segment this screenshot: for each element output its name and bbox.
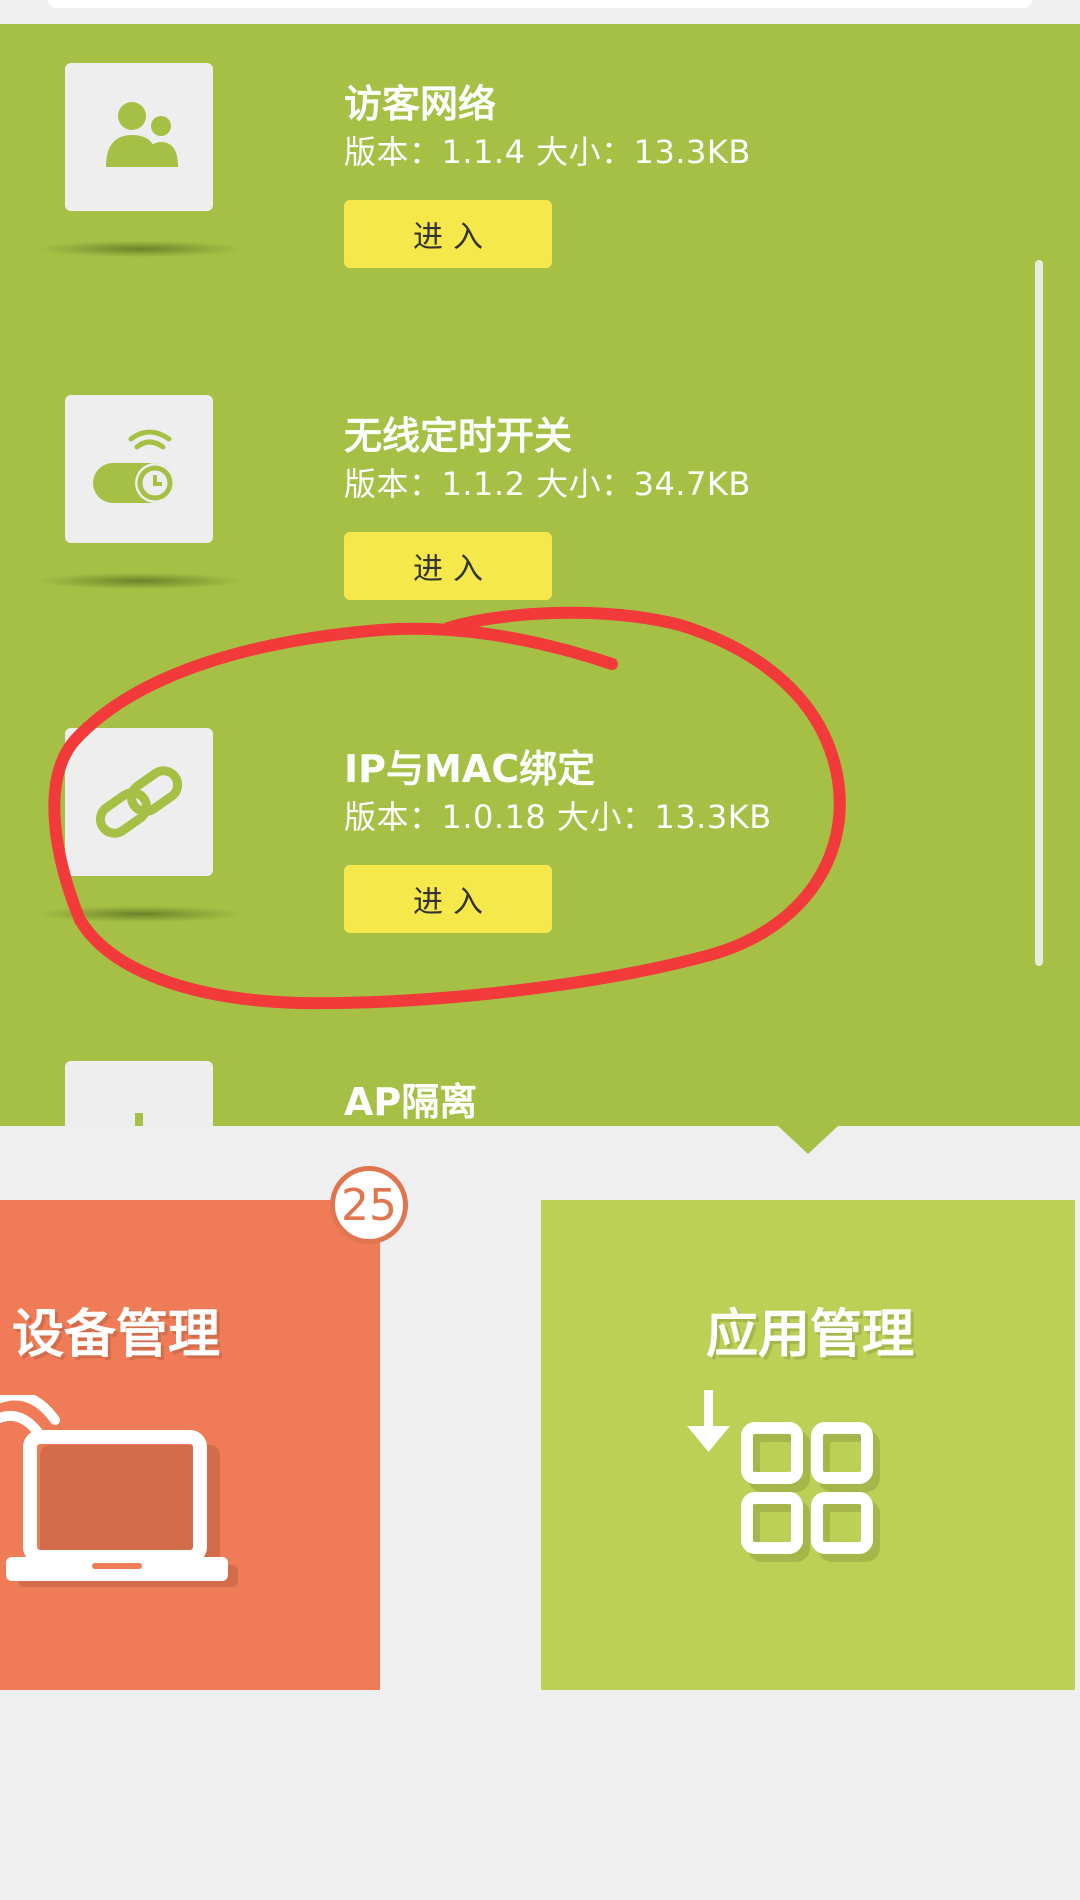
app-version-size: 版本：1.1.2 大小：34.7KB (344, 465, 751, 503)
icon-shadow (40, 573, 240, 589)
device-management-tile[interactable]: 设备管理 (0, 1200, 380, 1690)
app-name: AP隔离 (344, 1080, 478, 1124)
app-name: 访客网络 (344, 82, 497, 126)
top-bar (0, 0, 1080, 24)
app-item-ap-isolation: AP隔离 (0, 1061, 1000, 1126)
link-icon (65, 728, 213, 876)
icon-shadow (40, 906, 240, 922)
enter-button[interactable]: 进入 (344, 200, 552, 268)
app-version-size: 版本：1.1.4 大小：13.3KB (344, 133, 751, 171)
app-item-ip-mac-binding: IP与MAC绑定 版本：1.0.18 大小：13.3KB 进入 (0, 728, 1000, 1018)
scrollbar[interactable] (1035, 260, 1043, 966)
icon-shadow (40, 241, 240, 257)
tile-title: 应用管理 (706, 1305, 915, 1365)
ap-isolation-icon (65, 1061, 213, 1126)
tile-title: 设备管理 (12, 1305, 221, 1365)
guests-icon (65, 63, 213, 211)
apps-download-icon (687, 1390, 880, 1562)
app-list-panel[interactable]: 访客网络 版本：1.1.4 大小：13.3KB 进入 无线定时开关 版本：1.1… (0, 24, 1080, 1126)
wifi-timer-icon (65, 395, 213, 543)
app-item-guest-network: 访客网络 版本：1.1.4 大小：13.3KB 进入 (0, 63, 1000, 353)
device-count-badge: 25 (330, 1166, 408, 1244)
app-name: 无线定时开关 (344, 414, 573, 458)
active-tab-pointer (778, 1126, 838, 1154)
laptop-wifi-icon (0, 1395, 238, 1587)
top-card-edge (48, 0, 1032, 8)
enter-button[interactable]: 进入 (344, 532, 552, 600)
app-name: IP与MAC绑定 (344, 747, 596, 791)
app-version-size: 版本：1.0.18 大小：13.3KB (344, 798, 772, 836)
app-management-tile[interactable]: 应用管理 (541, 1200, 1075, 1690)
enter-button[interactable]: 进入 (344, 865, 552, 933)
app-item-wifi-timer: 无线定时开关 版本：1.1.2 大小：34.7KB 进入 (0, 395, 1000, 685)
